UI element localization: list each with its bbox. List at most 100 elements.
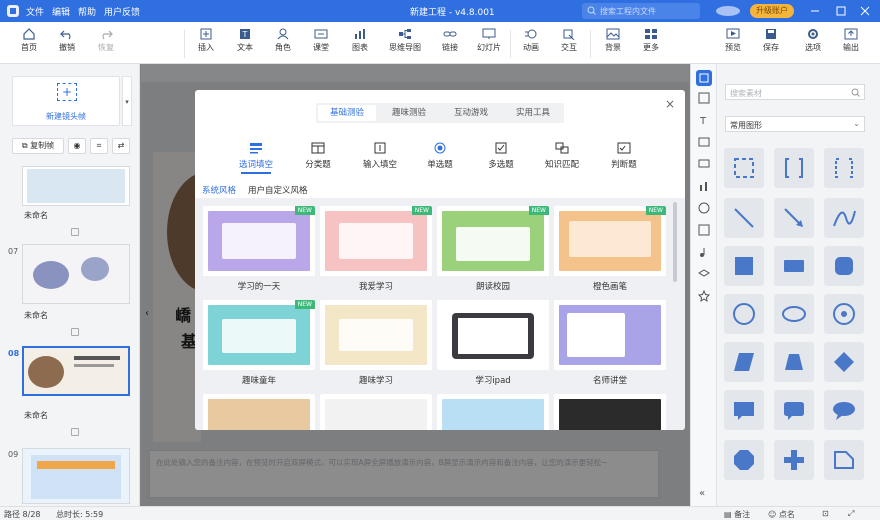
more-button[interactable]: 更多	[634, 28, 668, 53]
shape-diamond[interactable]	[824, 342, 864, 382]
fullscreen-icon[interactable]: ⤢	[848, 509, 854, 519]
close-window-icon[interactable]	[858, 4, 872, 18]
character-button[interactable]: 角色	[266, 28, 300, 53]
collapse-panel-icon[interactable]: «	[699, 488, 705, 499]
tab-fun-quiz[interactable]: 趣味测验	[380, 105, 438, 121]
shape-cross[interactable]	[774, 440, 814, 480]
shape-arrow[interactable]	[774, 198, 814, 238]
preview-button[interactable]: 预览	[716, 28, 750, 53]
tab-practical-tools[interactable]: 实用工具	[504, 105, 562, 121]
template-card[interactable]	[554, 300, 666, 370]
template-card[interactable]	[320, 394, 432, 430]
music-icon[interactable]	[698, 246, 710, 258]
shape-circle[interactable]	[724, 294, 764, 334]
template-card[interactable]	[320, 300, 432, 370]
new-frame-dropdown[interactable]: ▾	[122, 76, 132, 126]
shape-ellipse[interactable]	[774, 294, 814, 334]
template-card[interactable]	[437, 394, 549, 430]
shape-target[interactable]	[824, 294, 864, 334]
shape-dashed-square[interactable]	[724, 148, 764, 188]
fit-icon[interactable]: ⊡	[822, 509, 829, 518]
template-card[interactable]	[554, 394, 666, 430]
transition-icon[interactable]	[71, 328, 79, 336]
shape-callout-rounded[interactable]	[774, 390, 814, 430]
chart-icon[interactable]	[698, 180, 710, 192]
swap-icon[interactable]: ⇄	[112, 138, 130, 154]
template-card[interactable]	[203, 394, 315, 430]
video-icon[interactable]	[698, 136, 710, 148]
style-tab-custom[interactable]: 用户自定义风格	[248, 184, 308, 196]
roll-call-toggle[interactable]: ☺ 点名	[768, 509, 795, 520]
category-fill-word[interactable]: 选词填空	[233, 142, 279, 170]
link-button[interactable]: 链接	[433, 28, 467, 53]
redo-button[interactable]: 恢复	[89, 28, 123, 53]
material-category-select[interactable]: 常用图形 ⌄	[725, 116, 865, 132]
category-multiple-choice[interactable]: 多选题	[478, 142, 524, 170]
mindmap-button[interactable]: 思维导图	[385, 28, 425, 53]
text-button[interactable]: T 文本	[228, 28, 262, 53]
transition-icon[interactable]	[71, 428, 79, 436]
layers-icon[interactable]	[696, 70, 712, 86]
minimize-icon[interactable]	[808, 4, 822, 18]
insert-button[interactable]: 插入	[189, 28, 223, 53]
template-card[interactable]: NEW	[437, 206, 549, 276]
category-true-false[interactable]: 判断题	[601, 142, 647, 170]
shape-octagon[interactable]	[724, 440, 764, 480]
template-card[interactable]	[437, 300, 549, 370]
shape-rectangle[interactable]	[774, 246, 814, 286]
classroom-button[interactable]: 课堂	[304, 28, 338, 53]
slide-thumbnail-selected[interactable]	[22, 346, 130, 396]
category-knowledge-match[interactable]: 知识匹配	[539, 142, 585, 170]
template-card[interactable]: NEW	[203, 300, 315, 370]
chart-button[interactable]: 图表	[343, 28, 377, 53]
layer-stack-icon[interactable]	[698, 268, 710, 280]
image-icon[interactable]	[698, 92, 710, 104]
crop-icon[interactable]: ⌗	[90, 138, 108, 154]
camera-icon[interactable]: ◉	[68, 138, 86, 154]
notes-toggle[interactable]: ▤ 备注	[724, 509, 750, 520]
text-style-icon[interactable]: T	[698, 114, 710, 126]
style-tab-system[interactable]: 系统风格	[202, 184, 236, 196]
template-card[interactable]: NEW	[203, 206, 315, 276]
frame-icon[interactable]	[698, 224, 710, 236]
template-card[interactable]: NEW	[554, 206, 666, 276]
category-classification[interactable]: 分类题	[295, 142, 341, 170]
upgrade-button[interactable]: 升级账户	[750, 4, 794, 18]
shape-callout-oval[interactable]	[824, 390, 864, 430]
shape-callout-rect[interactable]	[724, 390, 764, 430]
options-button[interactable]: 选项	[796, 28, 830, 53]
category-input-fill[interactable]: 输入填空	[357, 142, 403, 170]
transition-icon[interactable]	[71, 228, 79, 236]
shape-parallelogram[interactable]	[724, 342, 764, 382]
slide-thumbnail[interactable]	[22, 166, 130, 206]
shape-wave-tag[interactable]	[824, 440, 864, 480]
project-search-input[interactable]: 搜索工程内文件	[582, 3, 700, 19]
shape-rounded-square[interactable]	[824, 246, 864, 286]
background-button[interactable]: 背景	[596, 28, 630, 53]
interaction-button[interactable]: 交互	[552, 28, 586, 53]
star-icon[interactable]	[698, 290, 710, 302]
menu-help[interactable]: 帮助	[78, 5, 96, 18]
menu-file[interactable]: 文件	[26, 5, 44, 18]
save-button[interactable]: 保存	[754, 28, 788, 53]
shape-trapezoid[interactable]	[774, 342, 814, 382]
category-single-choice[interactable]: 单选题	[417, 142, 463, 170]
tab-interactive-game[interactable]: 互动游戏	[442, 105, 500, 121]
tab-basic-quiz[interactable]: 基础测验	[318, 105, 376, 121]
close-icon[interactable]: ×	[665, 97, 675, 111]
slide-thumbnail[interactable]	[22, 448, 130, 504]
shape-brackets[interactable]	[774, 148, 814, 188]
comment-icon[interactable]	[698, 158, 710, 170]
shape-line[interactable]	[724, 198, 764, 238]
cursor-icon[interactable]	[698, 202, 710, 214]
menu-feedback[interactable]: 用户反馈	[104, 5, 140, 18]
slide-thumbnail[interactable]	[22, 244, 130, 304]
menu-edit[interactable]: 编辑	[52, 5, 70, 18]
home-button[interactable]: 首页	[12, 28, 46, 53]
slides-button[interactable]: 幻灯片	[472, 28, 506, 53]
new-camera-frame-button[interactable]: + 新建镜头帧	[12, 76, 120, 126]
shape-dashed-brackets[interactable]	[824, 148, 864, 188]
export-button[interactable]: 输出	[834, 28, 868, 53]
shape-curve[interactable]	[824, 198, 864, 238]
shape-square[interactable]	[724, 246, 764, 286]
